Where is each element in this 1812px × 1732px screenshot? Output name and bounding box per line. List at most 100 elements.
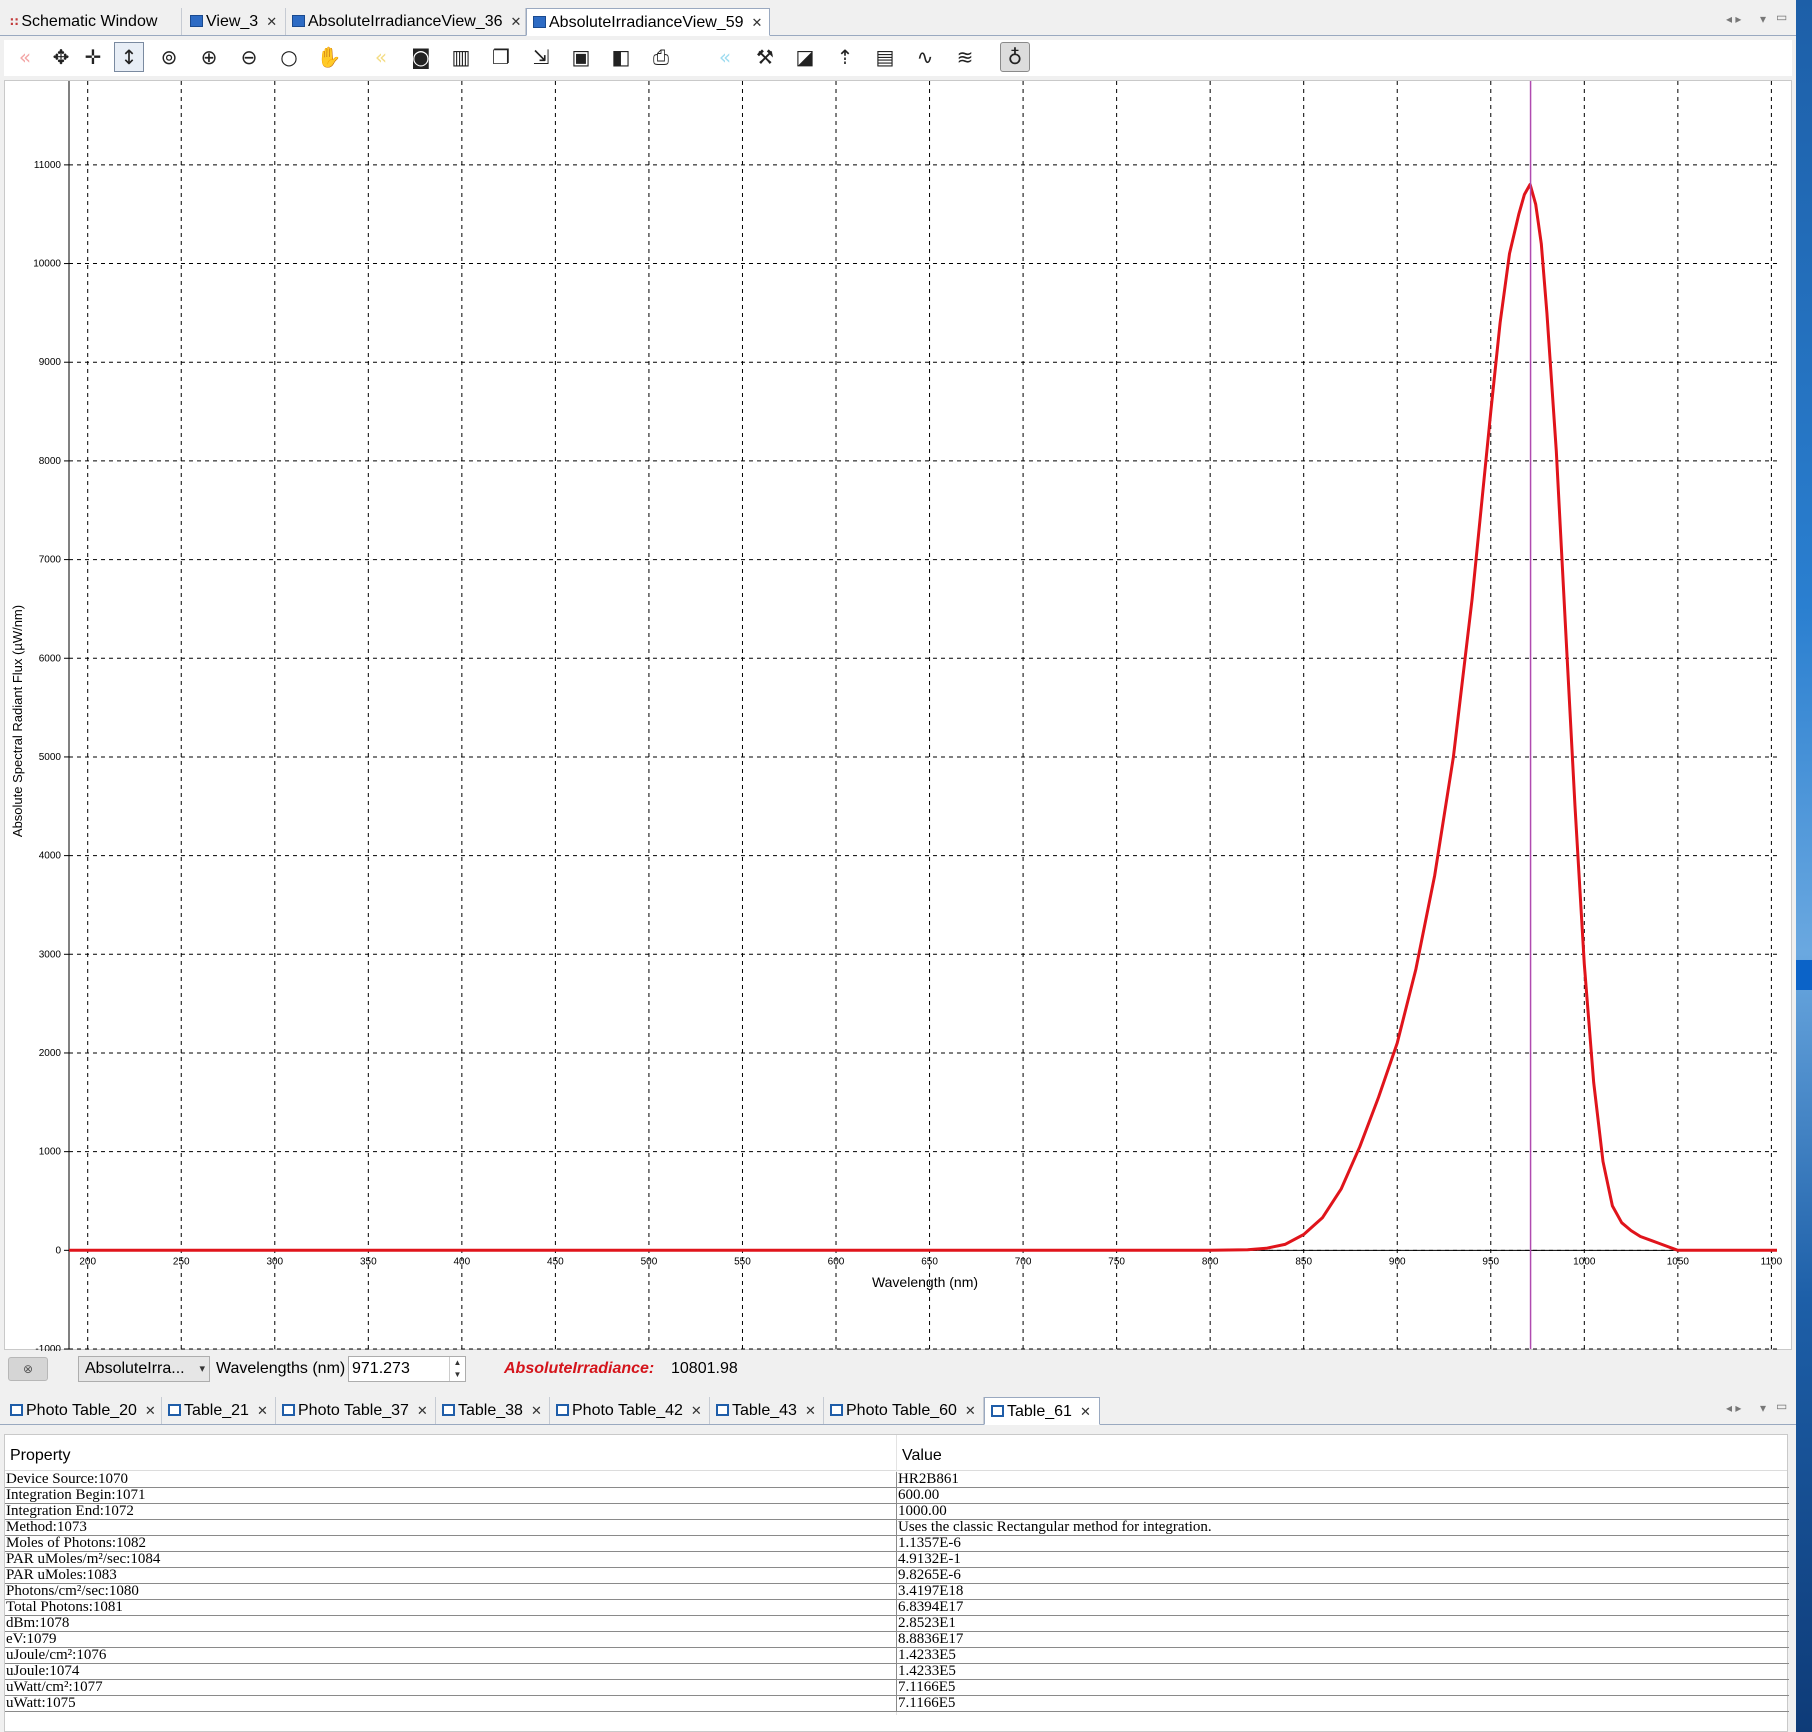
property-cell: Total Photons:1081 (6, 1599, 123, 1615)
tab-photo-table-60[interactable]: Photo Table_60 ✕ (824, 1397, 984, 1424)
column-header-value[interactable]: Value (902, 1447, 942, 1465)
table-row[interactable]: PAR uMoles/m²/sec:1084 4.9132E-1 (5, 1552, 1789, 1568)
y-tick-label: 3000 (39, 949, 62, 960)
back-cyan-icon[interactable]: « (710, 42, 740, 72)
x-tick-label: 800 (1202, 1256, 1219, 1267)
export-icon[interactable]: ⇲ (526, 42, 556, 72)
back-icon[interactable]: « (10, 42, 40, 72)
table-icon (716, 1404, 729, 1416)
value-cell: 7.1166E5 (898, 1679, 956, 1695)
y-tick-label: 4000 (39, 851, 62, 862)
spectrum-icon[interactable]: ∿ (910, 42, 940, 72)
tab-table-38[interactable]: Table_38 ✕ (436, 1397, 550, 1424)
tab-label: Photo Table_37 (298, 1402, 409, 1419)
schematic-dots-icon: ∷ (10, 15, 19, 29)
tab-table-43[interactable]: Table_43 ✕ (710, 1397, 824, 1424)
close-icon[interactable]: ✕ (417, 1403, 428, 1418)
table-row[interactable]: uWatt/cm²:1077 7.1166E5 (5, 1680, 1789, 1696)
value-cell: 9.8265E-6 (898, 1567, 961, 1583)
tools-icon[interactable]: ⚒ (750, 42, 780, 72)
spinner-arrows-icon[interactable]: ▲ ▼ (449, 1357, 465, 1381)
table-icon (556, 1404, 569, 1416)
close-icon[interactable]: ✕ (965, 1403, 976, 1418)
table-row[interactable]: eV:1079 8.8836E17 (5, 1632, 1789, 1648)
hand-pan-icon[interactable]: ✋ (314, 42, 344, 72)
property-cell: uWatt:1075 (6, 1695, 76, 1711)
close-icon[interactable]: ✕ (531, 1403, 542, 1418)
tab-table-21[interactable]: Table_21 ✕ (162, 1397, 276, 1424)
zoom-auto-icon[interactable]: ⊚ (154, 42, 184, 72)
tab-table-61[interactable]: Table_61 ✕ (984, 1397, 1100, 1425)
desktop-edge (1796, 0, 1812, 1732)
zoom-fit-icon[interactable]: ○ (274, 42, 304, 72)
cell-divider (896, 1488, 897, 1504)
tab-menu-chevron-icon[interactable]: ▾ (1760, 12, 1766, 26)
tab-schematic-window[interactable]: ∷ Schematic Window (4, 8, 182, 35)
wavelength-spinner[interactable]: 971.273 ▲ ▼ (348, 1356, 466, 1382)
clear-cursor-button[interactable]: ⊗ (8, 1357, 48, 1381)
camera-icon[interactable]: ◙ (406, 42, 436, 72)
table-row[interactable]: PAR uMoles:1083 9.8265E-6 (5, 1568, 1789, 1584)
table-row[interactable]: Moles of Photons:1082 1.1357E-6 (5, 1536, 1789, 1552)
wavelength-label: Wavelengths (nm) (216, 1360, 346, 1377)
close-icon[interactable]: ✕ (145, 1403, 156, 1418)
value-cell: 1000.00 (898, 1503, 947, 1519)
multi-spectrum-icon[interactable]: ≋ (950, 42, 980, 72)
chart-panel[interactable]: 200 250 300 350 400 450 500 550 600 650 700 750 800 8… (4, 80, 1793, 1351)
maximize-icon[interactable]: ▭ (1776, 1399, 1787, 1413)
close-icon[interactable]: ✕ (691, 1403, 702, 1418)
table-row[interactable]: Device Source:1070 HR2B861 (5, 1472, 1789, 1488)
close-icon[interactable]: ✕ (1080, 1404, 1091, 1419)
close-icon[interactable]: ✕ (266, 14, 277, 29)
tab-photo-table-42[interactable]: Photo Table_42 ✕ (550, 1397, 710, 1424)
cell-divider (896, 1696, 897, 1712)
table-row[interactable]: Method:1073 Uses the classic Rectangular … (5, 1520, 1789, 1536)
bulb-icon[interactable]: ♁ (1000, 42, 1030, 72)
pan-both-icon[interactable]: ✥ (46, 42, 76, 72)
trash-icon[interactable]: ▥ (446, 42, 476, 72)
close-icon[interactable]: ✕ (805, 1403, 816, 1418)
tab-photo-table-20[interactable]: Photo Table_20 ✕ (4, 1397, 162, 1424)
tab-photo-table-37[interactable]: Photo Table_37 ✕ (276, 1397, 436, 1424)
x-axis-label: Wavelength (nm) (872, 1274, 978, 1290)
table-row[interactable]: Integration Begin:1071 600.00 (5, 1488, 1789, 1504)
maximize-icon[interactable]: ▭ (1776, 10, 1787, 24)
tab-label: Table_21 (184, 1402, 249, 1419)
x-tick-label: 950 (1482, 1256, 1499, 1267)
series-select[interactable]: AbsoluteIrra... ▾ (78, 1356, 210, 1382)
table-row[interactable]: uWatt:1075 7.1166E5 (5, 1696, 1789, 1712)
tab-scroll-arrows-icon[interactable]: ◂ ▸ (1726, 1401, 1741, 1415)
back-yellow-icon[interactable]: « (366, 42, 396, 72)
zoom-in-icon[interactable]: ⊕ (194, 42, 224, 72)
spectrum-chart[interactable]: 200 250 300 350 400 450 500 550 600 650 700 750 800 8… (5, 81, 1793, 1351)
table-row[interactable]: uJoule:1074 1.4233E5 (5, 1664, 1789, 1680)
crosshair-icon[interactable]: ✛ (78, 42, 108, 72)
zoom-out-icon[interactable]: ⊖ (234, 42, 264, 72)
vertical-cursor-icon[interactable]: ↕ (114, 42, 144, 72)
save-as-icon[interactable]: ◧ (606, 42, 636, 72)
tab-view-3[interactable]: View_3 ✕ (184, 8, 286, 35)
tab-scroll-arrows-icon[interactable]: ◂ ▸ (1726, 12, 1741, 26)
tab-label: Table_38 (458, 1402, 523, 1419)
save-icon[interactable]: ▣ (566, 42, 596, 72)
peak-icon[interactable]: ⇡ (830, 42, 860, 72)
table-row[interactable]: uJoule/cm²:1076 1.4233E5 (5, 1648, 1789, 1664)
x-tick-label: 650 (921, 1256, 938, 1267)
close-icon[interactable]: ✕ (752, 15, 763, 30)
y-tick-label: 8000 (39, 456, 62, 467)
close-icon[interactable]: ✕ (257, 1403, 268, 1418)
table-icon[interactable]: ▤ (870, 42, 900, 72)
table-row[interactable]: Integration End:1072 1000.00 (5, 1504, 1789, 1520)
tab-absolute-irradiance-view-59[interactable]: AbsoluteIrradianceView_59 ✕ (526, 8, 770, 36)
table-icon (830, 1404, 843, 1416)
close-icon[interactable]: ✕ (511, 14, 522, 29)
column-header-property[interactable]: Property (10, 1447, 70, 1465)
tab-absolute-irradiance-view-36[interactable]: AbsoluteIrradianceView_36 ✕ (286, 8, 526, 35)
table-row[interactable]: dBm:1078 2.8523E1 (5, 1616, 1789, 1632)
table-row[interactable]: Photons/cm²/sec:1080 3.4197E18 (5, 1584, 1789, 1600)
table-row[interactable]: Total Photons:1081 6.8394E17 (5, 1600, 1789, 1616)
overlay-icon[interactable]: ◪ (790, 42, 820, 72)
copy-icon[interactable]: ❐ (486, 42, 516, 72)
print-icon[interactable]: ⎙ (646, 42, 676, 72)
tab-menu-chevron-icon[interactable]: ▾ (1760, 1401, 1766, 1415)
